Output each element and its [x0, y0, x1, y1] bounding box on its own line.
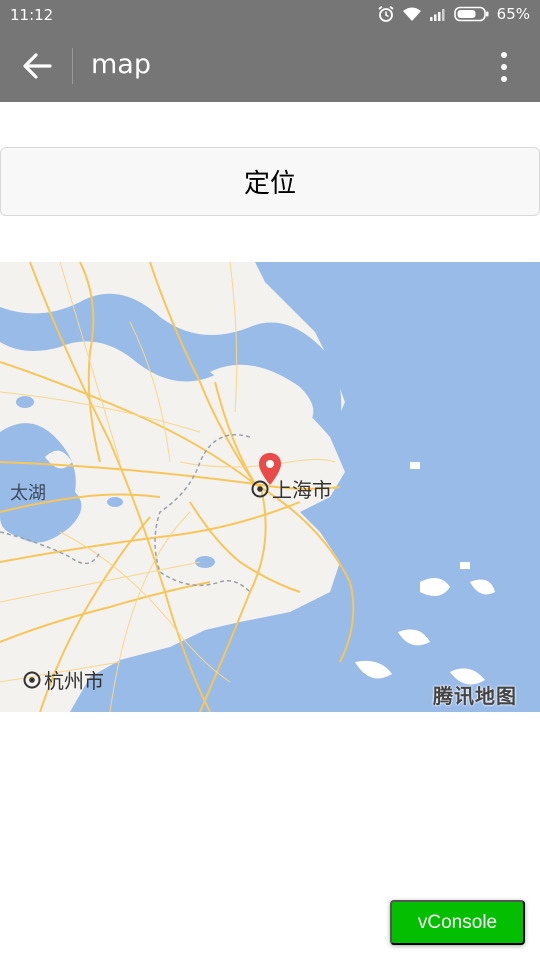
vconsole-button[interactable]: vConsole: [390, 900, 525, 945]
map-label-taihu: 太湖: [10, 483, 46, 504]
map-brand-logo: 腾讯地图: [433, 684, 517, 708]
alarm-icon: [378, 5, 394, 22]
map-label-text: 上海市: [272, 478, 332, 502]
map-view[interactable]: 太湖 上海市 杭州市 腾讯地图: [0, 262, 540, 712]
signal-icon: [429, 9, 445, 21]
battery-icon: [453, 6, 489, 22]
status-icons: 65%: [377, 5, 530, 23]
page-title: map: [91, 49, 151, 80]
wifi-icon: [402, 7, 421, 21]
city-marker-icon: [251, 480, 269, 497]
status-time: 11:12: [10, 6, 54, 24]
app-bar: map: [0, 30, 540, 102]
city-marker-icon: [23, 671, 41, 688]
map-label-shanghai: 上海市: [250, 474, 332, 503]
arrow-left-icon[interactable]: [20, 50, 54, 82]
app-bar-divider: [72, 48, 73, 84]
status-bar: 11:12 65%: [0, 0, 540, 30]
map-label-hangzhou: 杭州市: [22, 665, 104, 694]
more-vertical-icon[interactable]: [492, 50, 516, 84]
map-label-text: 杭州市: [44, 669, 104, 693]
battery-percent: 65%: [496, 5, 530, 23]
locate-button[interactable]: 定位: [0, 147, 540, 216]
